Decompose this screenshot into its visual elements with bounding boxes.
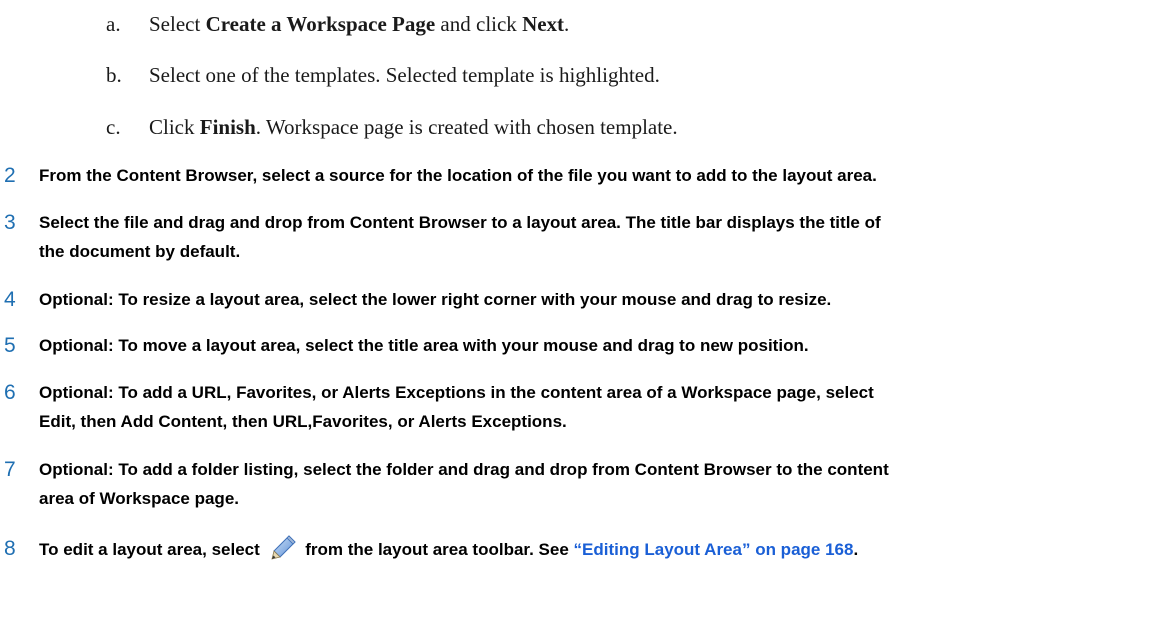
step-text-line: To add a folder listing, select the fold… <box>113 460 889 479</box>
step-number: 3 <box>4 211 16 234</box>
substep-letter: c. <box>106 115 121 139</box>
menu-keyword-alerts-exceptions: Alerts Exceptions <box>418 412 563 431</box>
optional-label: Optional: <box>39 460 114 479</box>
step-number: 6 <box>4 381 16 404</box>
keyword: Create a Workspace Page <box>205 12 436 36</box>
step-text-line: area of Workspace page. <box>39 489 239 508</box>
substep-letter: a. <box>106 12 121 36</box>
step-number: 8 <box>4 537 16 560</box>
step-text-line: To add a URL, Favorites, or Alerts Excep… <box>113 383 874 402</box>
pencil-edit-icon <box>269 534 297 562</box>
substep-c: c. Click Finish. Workspace page is create… <box>106 115 678 139</box>
step-text: From the Content Browser, select a sourc… <box>39 166 877 185</box>
step-text-line: Select the file and drag and drop from C… <box>39 213 881 232</box>
step-text: To resize a layout area, select the lowe… <box>113 290 832 309</box>
step-text: To move a layout area, select the title … <box>113 336 809 355</box>
menu-keyword-favorites: Favorites <box>312 412 388 431</box>
menu-keyword-add-content: Add Content <box>120 412 223 431</box>
keyword: Finish <box>199 115 256 139</box>
cross-reference-link[interactable]: “Editing Layout Area” on page 168 <box>574 540 854 559</box>
menu-keyword-edit: Edit <box>39 412 72 431</box>
step-number: 5 <box>4 334 16 357</box>
step-text-line: the document by default. <box>39 242 241 261</box>
optional-label: Optional: <box>39 383 114 402</box>
keyword: Next <box>522 12 565 36</box>
menu-keyword-url: URL <box>272 412 308 431</box>
substep-a: a. Select Create a Workspace Page and cli… <box>106 12 570 36</box>
substep-letter: b. <box>106 63 122 87</box>
substep-b: b. Select one of the templates. Selected … <box>106 63 660 87</box>
step-number: 4 <box>4 288 16 311</box>
step-number: 7 <box>4 458 16 481</box>
optional-label: Optional: <box>39 336 114 355</box>
optional-label: Optional: <box>39 290 114 309</box>
step-number: 2 <box>4 164 16 187</box>
